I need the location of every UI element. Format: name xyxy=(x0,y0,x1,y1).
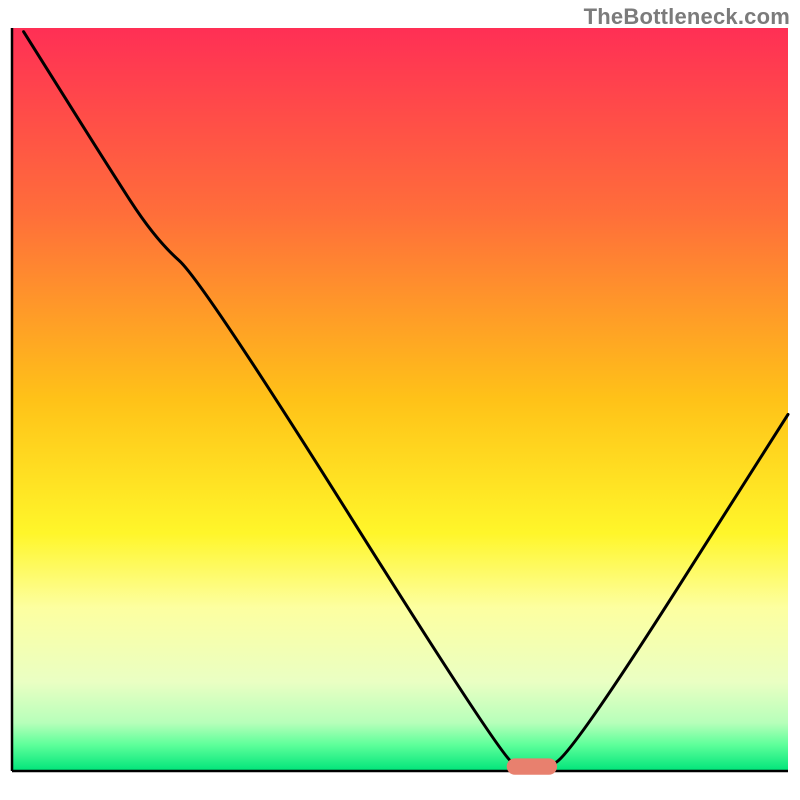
plot-background xyxy=(12,28,788,771)
bottleneck-chart-svg xyxy=(0,0,800,800)
optimal-zone-marker xyxy=(507,758,557,774)
chart-canvas: TheBottleneck.com xyxy=(0,0,800,800)
watermark-text: TheBottleneck.com xyxy=(584,4,790,30)
